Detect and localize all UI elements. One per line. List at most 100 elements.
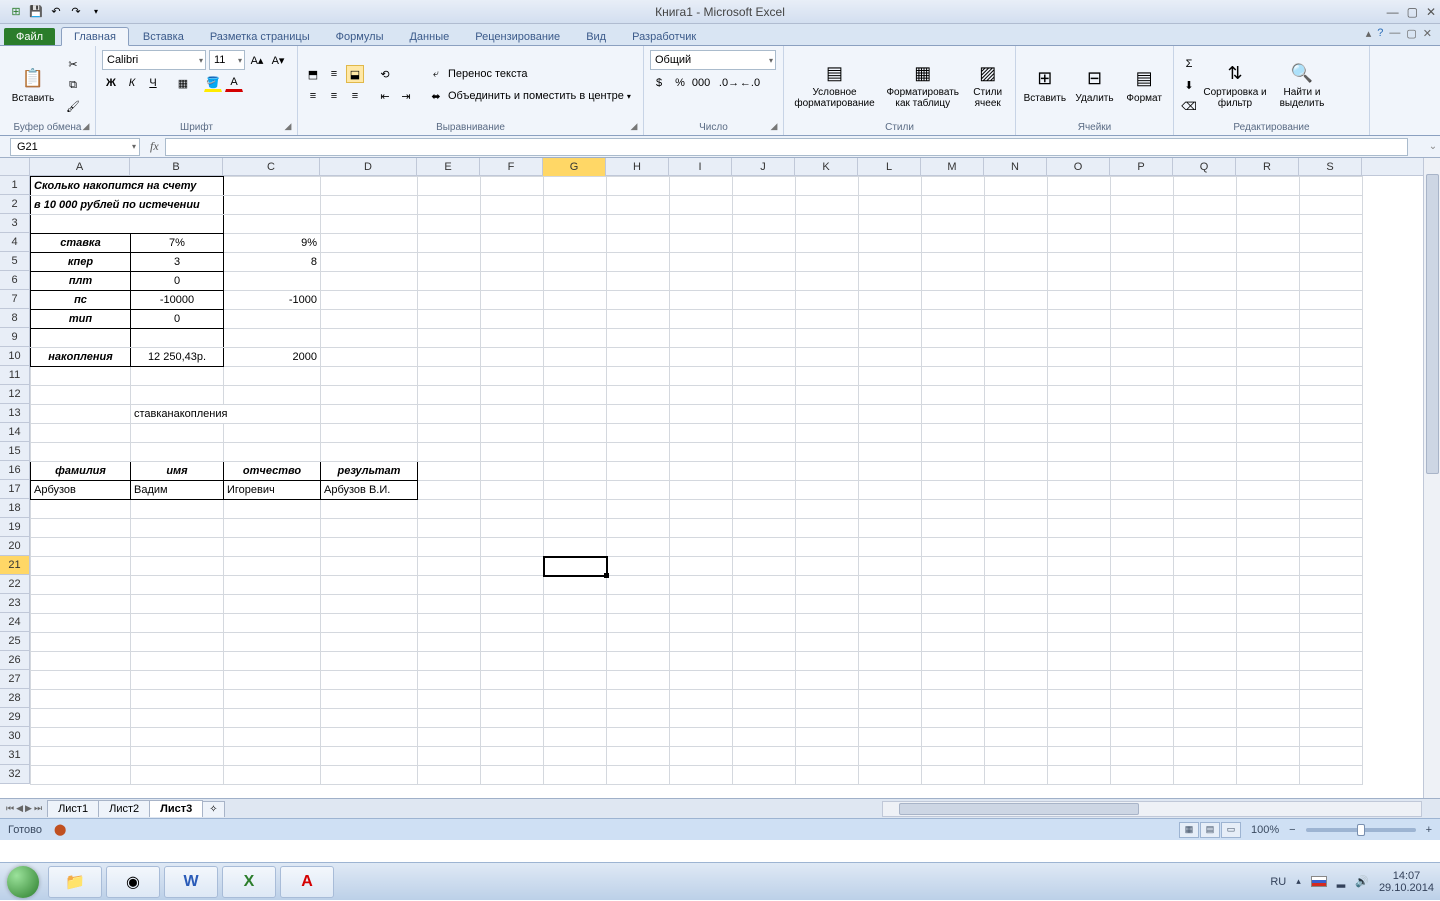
- tray-network-icon[interactable]: ▂: [1337, 875, 1345, 888]
- cell-C5[interactable]: 8: [224, 253, 321, 272]
- cell-R16[interactable]: [1237, 462, 1300, 481]
- cell-F23[interactable]: [481, 595, 544, 614]
- increase-decimal-icon[interactable]: .0→: [720, 74, 738, 92]
- cell-I1[interactable]: [670, 177, 733, 196]
- cell-M13[interactable]: [922, 405, 985, 424]
- row-header-28[interactable]: 28: [0, 689, 29, 708]
- cell-N24[interactable]: [985, 614, 1048, 633]
- cell-I19[interactable]: [670, 519, 733, 538]
- cell-D13[interactable]: [321, 405, 418, 424]
- cell-Q31[interactable]: [1174, 747, 1237, 766]
- cell-J5[interactable]: [733, 253, 796, 272]
- cell-H11[interactable]: [607, 367, 670, 386]
- cell-E25[interactable]: [418, 633, 481, 652]
- cell-O10[interactable]: [1048, 348, 1111, 367]
- cell-P21[interactable]: [1111, 557, 1174, 576]
- cell-A6[interactable]: плт: [31, 272, 131, 291]
- cell-H19[interactable]: [607, 519, 670, 538]
- cell-M24[interactable]: [922, 614, 985, 633]
- autosum-icon[interactable]: Σ: [1180, 55, 1198, 73]
- cell-B11[interactable]: [131, 367, 224, 386]
- row-header-22[interactable]: 22: [0, 575, 29, 594]
- macro-record-icon[interactable]: ⬤: [54, 823, 66, 836]
- cell-A13[interactable]: [31, 405, 131, 424]
- cell-B19[interactable]: [131, 519, 224, 538]
- cell-E8[interactable]: [418, 310, 481, 329]
- cell-E19[interactable]: [418, 519, 481, 538]
- col-header-L[interactable]: L: [858, 158, 921, 176]
- cell-G3[interactable]: [544, 215, 607, 234]
- cell-R27[interactable]: [1237, 671, 1300, 690]
- cell-D12[interactable]: [321, 386, 418, 405]
- cell-G2[interactable]: [544, 196, 607, 215]
- word-taskbar-icon[interactable]: W: [164, 866, 218, 898]
- cell-P30[interactable]: [1111, 728, 1174, 747]
- cell-M6[interactable]: [922, 272, 985, 291]
- cell-D28[interactable]: [321, 690, 418, 709]
- cell-S12[interactable]: [1300, 386, 1363, 405]
- cell-G19[interactable]: [544, 519, 607, 538]
- cell-D11[interactable]: [321, 367, 418, 386]
- cell-R23[interactable]: [1237, 595, 1300, 614]
- cell-I17[interactable]: [670, 481, 733, 500]
- cell-L17[interactable]: [859, 481, 922, 500]
- cell-G24[interactable]: [544, 614, 607, 633]
- cell-R30[interactable]: [1237, 728, 1300, 747]
- cell-I12[interactable]: [670, 386, 733, 405]
- cell-J17[interactable]: [733, 481, 796, 500]
- cell-L14[interactable]: [859, 424, 922, 443]
- cell-B26[interactable]: [131, 652, 224, 671]
- cell-N3[interactable]: [985, 215, 1048, 234]
- select-all-corner[interactable]: [0, 158, 30, 176]
- cell-G8[interactable]: [544, 310, 607, 329]
- cell-N8[interactable]: [985, 310, 1048, 329]
- col-header-Q[interactable]: Q: [1173, 158, 1236, 176]
- cell-D5[interactable]: [321, 253, 418, 272]
- cell-O1[interactable]: [1048, 177, 1111, 196]
- cell-C18[interactable]: [224, 500, 321, 519]
- minimize-ribbon-icon[interactable]: ▴: [1366, 27, 1372, 40]
- cell-I16[interactable]: [670, 462, 733, 481]
- cell-Q16[interactable]: [1174, 462, 1237, 481]
- cell-M27[interactable]: [922, 671, 985, 690]
- cell-E30[interactable]: [418, 728, 481, 747]
- fx-icon[interactable]: fx: [150, 139, 159, 154]
- cell-H24[interactable]: [607, 614, 670, 633]
- chrome-taskbar-icon[interactable]: ◉: [106, 866, 160, 898]
- cell-L19[interactable]: [859, 519, 922, 538]
- col-header-C[interactable]: C: [223, 158, 320, 176]
- cell-B29[interactable]: [131, 709, 224, 728]
- cell-J11[interactable]: [733, 367, 796, 386]
- cell-H22[interactable]: [607, 576, 670, 595]
- tab-data[interactable]: Данные: [397, 28, 461, 45]
- cell-I10[interactable]: [670, 348, 733, 367]
- row-header-4[interactable]: 4: [0, 233, 29, 252]
- cell-L29[interactable]: [859, 709, 922, 728]
- cell-N6[interactable]: [985, 272, 1048, 291]
- formula-bar-expand-icon[interactable]: ⌄: [1426, 141, 1440, 152]
- cell-L5[interactable]: [859, 253, 922, 272]
- cell-G15[interactable]: [544, 443, 607, 462]
- cell-O20[interactable]: [1048, 538, 1111, 557]
- vertical-scrollbar[interactable]: [1423, 158, 1440, 798]
- cell-P23[interactable]: [1111, 595, 1174, 614]
- cell-C31[interactable]: [224, 747, 321, 766]
- cell-Q29[interactable]: [1174, 709, 1237, 728]
- cell-O11[interactable]: [1048, 367, 1111, 386]
- cell-F29[interactable]: [481, 709, 544, 728]
- cell-C29[interactable]: [224, 709, 321, 728]
- cell-R25[interactable]: [1237, 633, 1300, 652]
- cell-O15[interactable]: [1048, 443, 1111, 462]
- cell-D32[interactable]: [321, 766, 418, 785]
- cell-P32[interactable]: [1111, 766, 1174, 785]
- orientation-icon[interactable]: ⟲: [376, 65, 394, 83]
- cell-A12[interactable]: [31, 386, 131, 405]
- cell-Q13[interactable]: [1174, 405, 1237, 424]
- row-header-18[interactable]: 18: [0, 499, 29, 518]
- cell-R21[interactable]: [1237, 557, 1300, 576]
- zoom-slider[interactable]: [1306, 828, 1416, 832]
- cell-H12[interactable]: [607, 386, 670, 405]
- cell-G5[interactable]: [544, 253, 607, 272]
- cell-H14[interactable]: [607, 424, 670, 443]
- cell-E14[interactable]: [418, 424, 481, 443]
